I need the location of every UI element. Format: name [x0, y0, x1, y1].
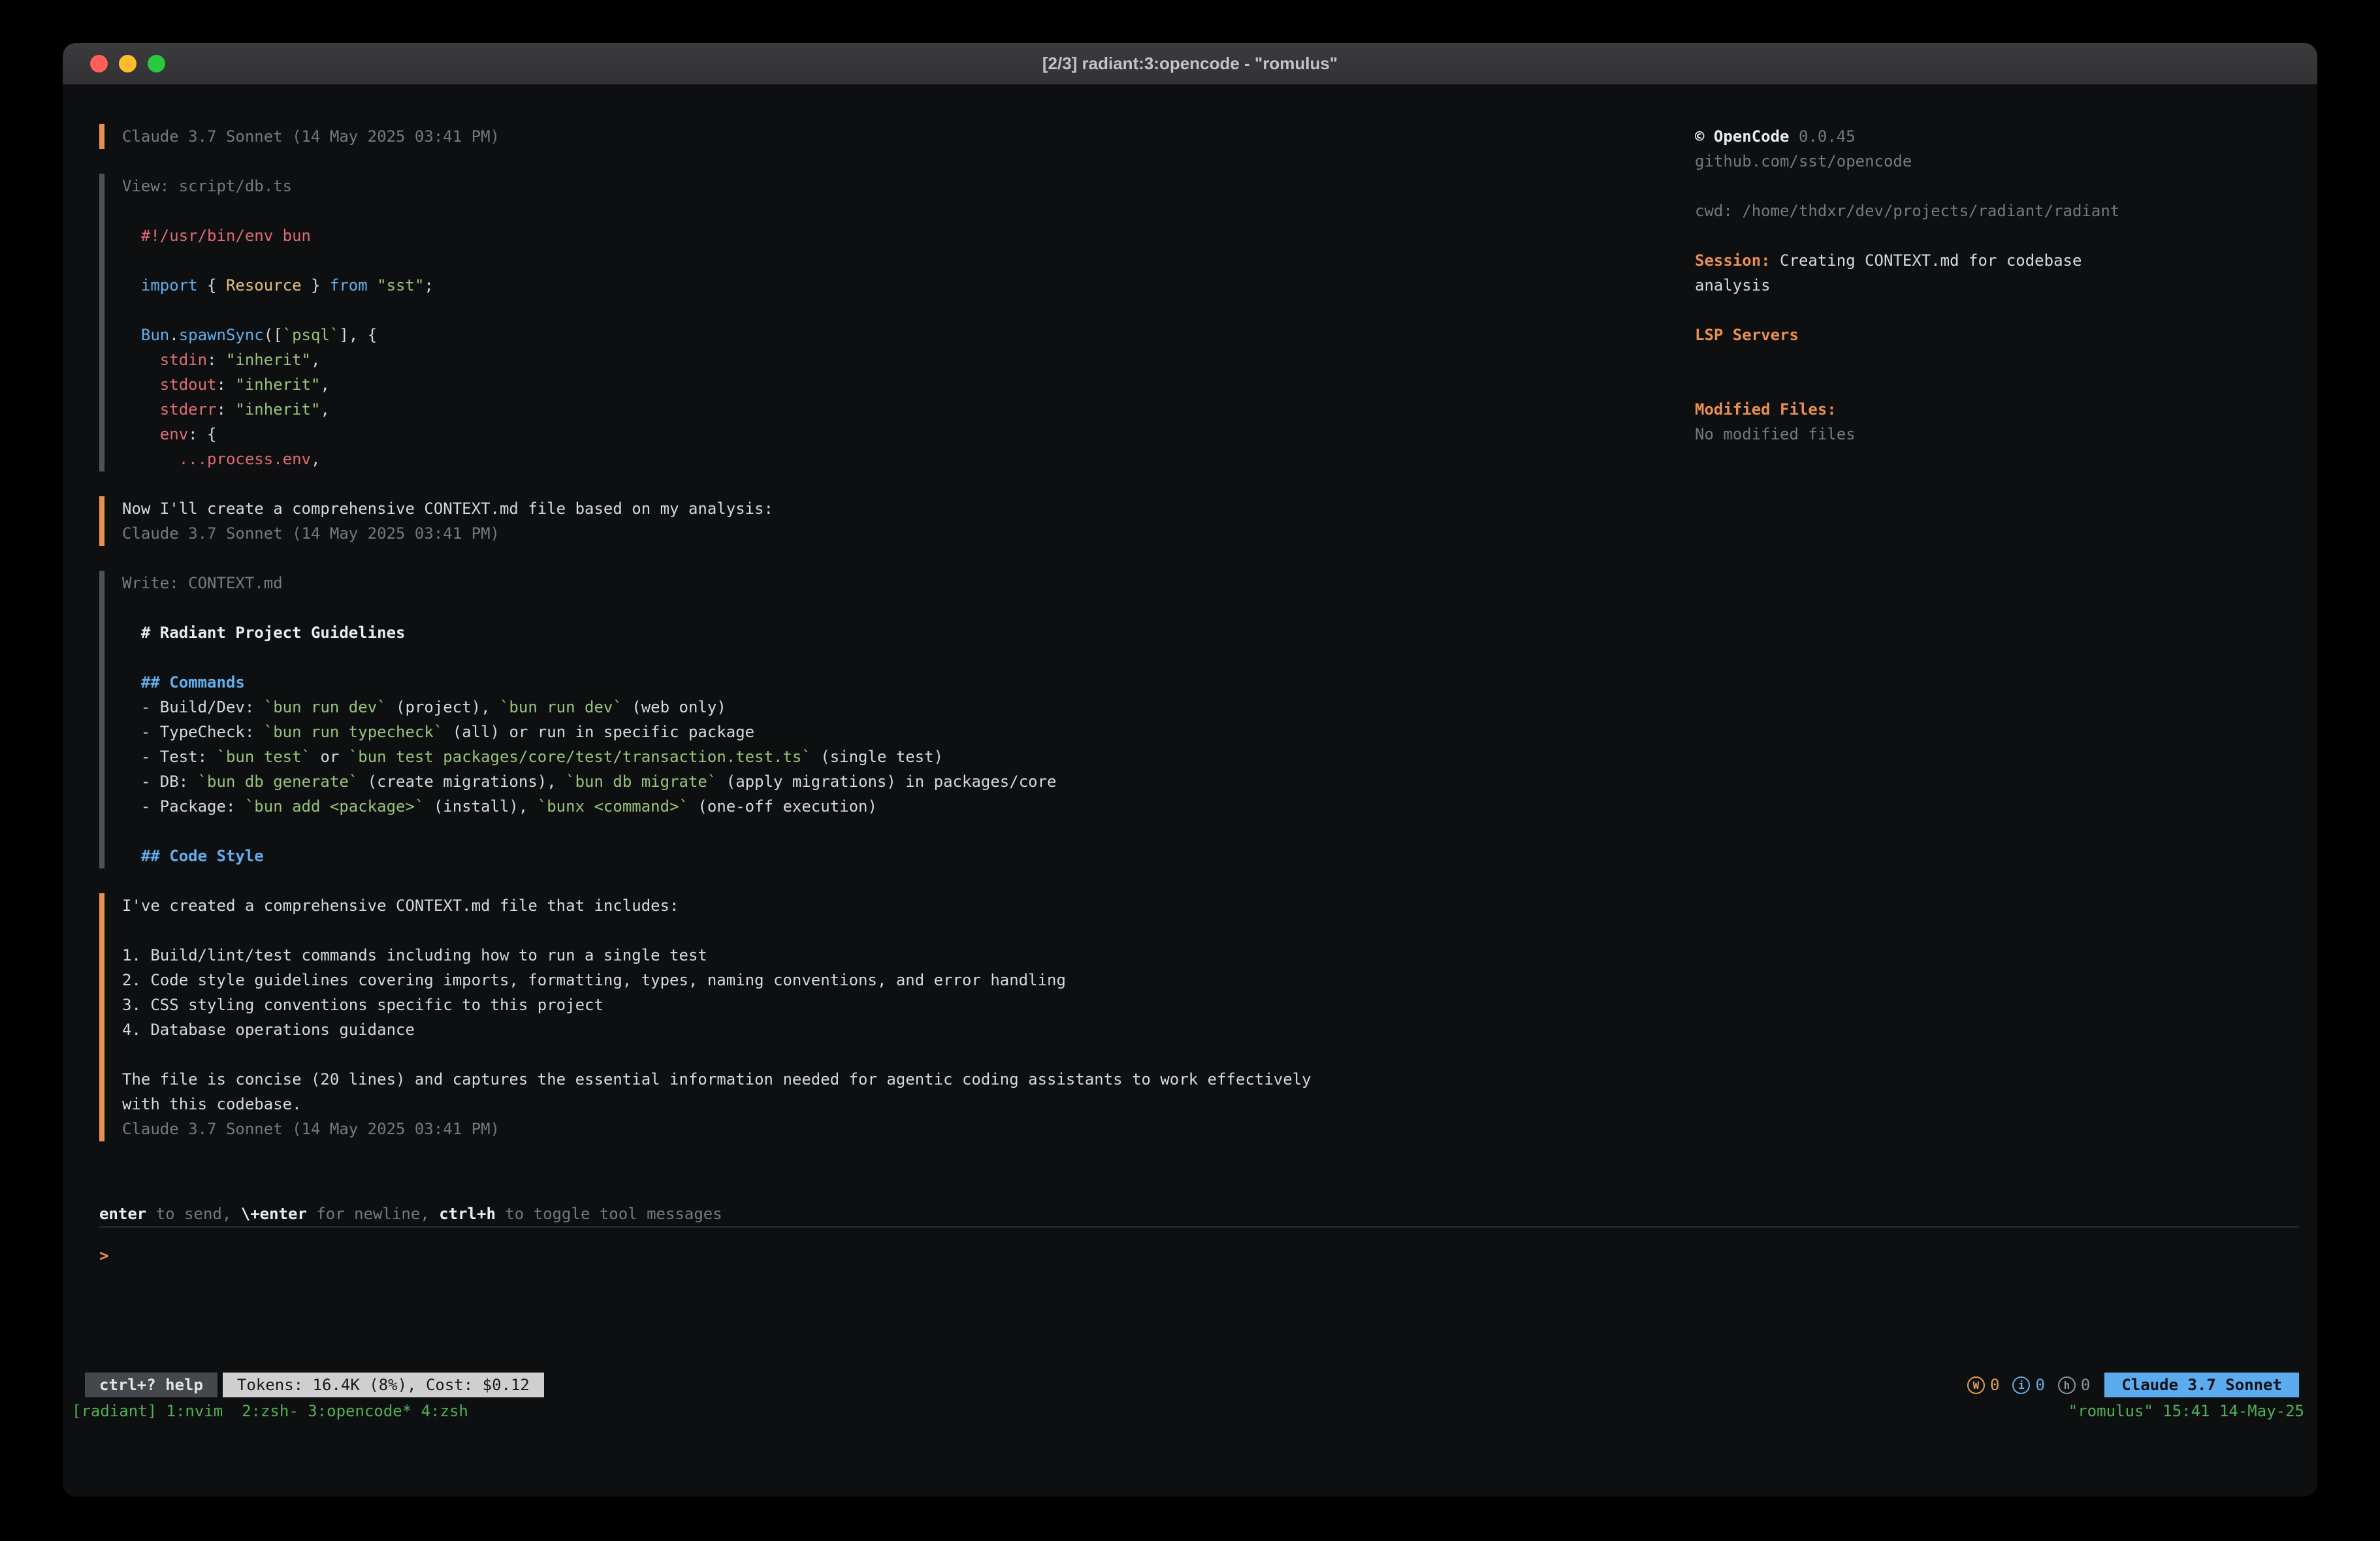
diagnostic-h-indicator: h0 — [2058, 1376, 2090, 1394]
tool-output-block: View: script/db.ts #!/usr/bin/env bun im… — [99, 174, 1311, 471]
assistant-message: I've created a comprehensive CONTEXT.md … — [99, 893, 1311, 1141]
zoom-button[interactable] — [148, 55, 165, 72]
input-area: enter to send, \+enter for newline, ctrl… — [99, 1201, 2299, 1268]
desktop: [2/3] radiant:3:opencode - "romulus" Cla… — [0, 0, 2380, 1541]
diagnostics: W0i0h0 — [1967, 1373, 2090, 1397]
diagnostic-i-count: 0 — [2035, 1376, 2044, 1394]
chat-log: Claude 3.7 Sonnet (14 May 2025 03:41 PM)… — [99, 124, 1311, 1166]
tmux-session-clock: "romulus" 15:41 14-May-25 — [2068, 1399, 2304, 1423]
command-input[interactable]: > — [99, 1228, 2299, 1268]
window-title: [2/3] radiant:3:opencode - "romulus" — [63, 54, 2317, 74]
tmux-windows: [radiant] 1:nvim 2:zsh- 3:opencode* 4:zs… — [72, 1399, 468, 1423]
tool-output-block: Write: CONTEXT.md # Radiant Project Guid… — [99, 571, 1311, 868]
tmux-status-bar: [radiant] 1:nvim 2:zsh- 3:opencode* 4:zs… — [72, 1399, 2304, 1423]
terminal-content: Claude 3.7 Sonnet (14 May 2025 03:41 PM)… — [63, 85, 2317, 1497]
close-button[interactable] — [90, 55, 108, 72]
diagnostic-W-count: 0 — [1990, 1376, 1999, 1394]
diagnostic-h-count: 0 — [2081, 1376, 2090, 1394]
terminal-window: [2/3] radiant:3:opencode - "romulus" Cla… — [63, 43, 2317, 1497]
sidebar-info: © OpenCode 0.0.45 github.com/sst/opencod… — [1695, 124, 2309, 447]
tokens-cost-chip: Tokens: 16.4K (8%), Cost: $0.12 — [223, 1373, 544, 1397]
diagnostic-i-icon: i — [2012, 1376, 2030, 1394]
diagnostic-W-icon: W — [1967, 1376, 1985, 1394]
status-bar: ctrl+? help Tokens: 16.4K (8%), Cost: $0… — [85, 1373, 2299, 1397]
input-hint: enter to send, \+enter for newline, ctrl… — [99, 1201, 2299, 1226]
assistant-message: Now I'll create a comprehensive CONTEXT.… — [99, 496, 1311, 546]
model-chip: Claude 3.7 Sonnet — [2104, 1373, 2299, 1397]
help-shortcut-chip: ctrl+? help — [85, 1373, 217, 1397]
prompt-caret: > — [99, 1247, 108, 1265]
window-titlebar[interactable]: [2/3] radiant:3:opencode - "romulus" — [63, 43, 2317, 85]
diagnostic-W-indicator: W0 — [1967, 1376, 1999, 1394]
assistant-message: Claude 3.7 Sonnet (14 May 2025 03:41 PM) — [99, 124, 1311, 149]
traffic-lights — [90, 43, 165, 84]
diagnostic-i-indicator: i0 — [2012, 1376, 2044, 1394]
diagnostic-h-icon: h — [2058, 1376, 2076, 1394]
minimize-button[interactable] — [119, 55, 137, 72]
